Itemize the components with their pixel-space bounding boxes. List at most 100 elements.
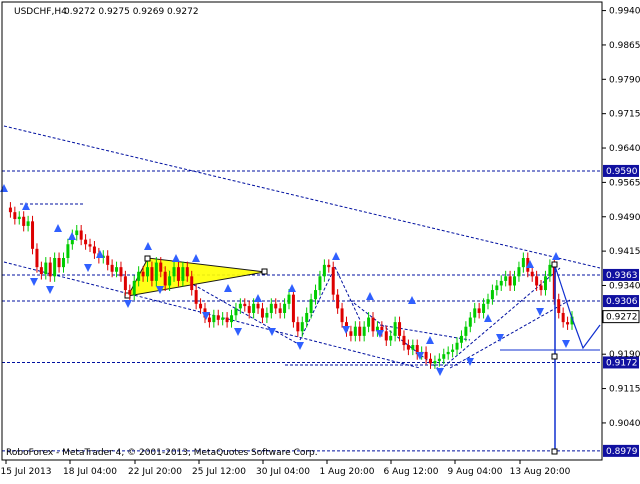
x-tick-label: 1 Aug 20:00 [320, 467, 375, 477]
candle-body [119, 267, 123, 277]
fractal-up-arrow [484, 314, 492, 322]
x-tick-label: 13 Aug 20:00 [510, 467, 571, 477]
chart-ohlc: 0.9272 0.9275 0.9269 0.9272 [64, 7, 199, 17]
candle-body [513, 276, 517, 286]
fractal-down-arrow [436, 368, 444, 376]
candle-body [566, 322, 570, 325]
candle-body [252, 303, 256, 313]
candle-body [230, 315, 234, 323]
candle-body [106, 255, 110, 265]
candle-body [225, 317, 229, 323]
level-lines: 0.95900.93630.93060.91720.89790.9272 [2, 164, 640, 457]
candle-body [530, 271, 534, 277]
candle-body [256, 303, 260, 309]
candle-body [79, 230, 83, 240]
mid-wave-line [379, 324, 471, 341]
fractal-down-arrow [536, 308, 544, 316]
axes: 0.9940 0.9865 0.9790 0.9715 0.9640 0.9565 0.94… [1, 1, 640, 477]
candle-body [39, 267, 43, 275]
candle-body [194, 290, 198, 304]
candle-body [477, 308, 481, 313]
candle-body [486, 299, 490, 304]
fractal-up-arrow [144, 242, 152, 250]
candle-body [247, 306, 251, 313]
candle-body [314, 290, 318, 300]
current-price-label: 0.9272 [606, 313, 638, 323]
candle-body [141, 271, 145, 277]
candle-body [287, 294, 291, 304]
candle-body [548, 264, 552, 277]
fractal-up-arrow [426, 336, 434, 344]
candle-body [92, 246, 96, 254]
candle-body [402, 335, 406, 346]
candle-body [424, 351, 428, 359]
candle-body [172, 267, 176, 277]
candle-body [455, 342, 459, 350]
chart-root: 0.9590 0.9363 0.9306 0.9172 0.8979 0.9272 0.9… [0, 0, 640, 480]
candle-body [75, 230, 79, 236]
candle-body [176, 267, 180, 281]
candle-body [353, 326, 357, 336]
candle-body [44, 262, 48, 275]
x-tick-label: 9 Aug 04:00 [448, 467, 503, 477]
candle-body [181, 267, 185, 281]
y-tick-label: 0.9715 [609, 110, 640, 120]
level-label: 0.8979 [606, 447, 638, 457]
fractal-down-arrow [46, 286, 54, 294]
fractal-down-arrow [296, 342, 304, 350]
fractal-up-arrow [54, 224, 62, 232]
candle-body [411, 345, 415, 350]
candle-body [371, 317, 375, 332]
fractal-up-arrow [0, 184, 8, 192]
fractal-down-arrow [342, 326, 350, 334]
candle-body [265, 312, 269, 318]
forecast-anchor [551, 261, 558, 268]
y-tick-label: 0.9040 [609, 419, 640, 429]
candle-body [437, 358, 441, 362]
x-tick-label: 25 Jul 12:00 [192, 467, 246, 477]
candle-body [406, 345, 410, 350]
candle-body [490, 290, 494, 300]
candle-body [309, 299, 313, 313]
candle-body [123, 276, 127, 291]
candle-body [393, 322, 397, 336]
candle-body [482, 303, 486, 313]
candle-body [389, 335, 393, 341]
price-chart: 0.95900.93630.93060.91720.89790.9272 0.9… [0, 1, 640, 477]
candle-body [464, 326, 468, 336]
candle-body [238, 303, 242, 309]
candle-body [13, 212, 17, 220]
level-label: 0.9306 [606, 297, 638, 307]
fractal-down-arrow [84, 264, 92, 272]
candle-body [349, 331, 353, 336]
y-tick-label: 0.9115 [609, 385, 640, 395]
candle-body [150, 267, 154, 281]
candle-body [429, 358, 432, 364]
candle-body [190, 276, 194, 291]
fractal-up-arrow [22, 202, 30, 210]
x-tick-label: 18 Jul 04:00 [63, 467, 117, 477]
candle-body [84, 239, 88, 245]
candle-body [340, 308, 344, 323]
candle-body [300, 322, 304, 332]
fractal-up-arrow [192, 254, 200, 262]
candle-body [446, 351, 450, 355]
candle-body [433, 361, 437, 364]
candles [8, 202, 574, 369]
copyright-text: RoboForex - MetaTrader 4, © 2001-2013, M… [6, 448, 318, 458]
candle-body [146, 267, 149, 277]
candle-body [274, 303, 278, 309]
candle-body [243, 303, 247, 307]
candle-body [31, 221, 35, 249]
candle-body [234, 308, 238, 316]
fractal-down-arrow [30, 278, 38, 286]
candle-body [8, 207, 12, 213]
candle-body [57, 257, 61, 268]
candle-body [269, 303, 273, 313]
fractal-down-arrow [124, 300, 132, 308]
y-tick-label: 0.9565 [609, 178, 640, 188]
candle-body [159, 262, 163, 272]
fractal-up-arrow [288, 284, 296, 292]
fractal-up-arrow [552, 252, 560, 260]
candle-body [535, 276, 539, 286]
